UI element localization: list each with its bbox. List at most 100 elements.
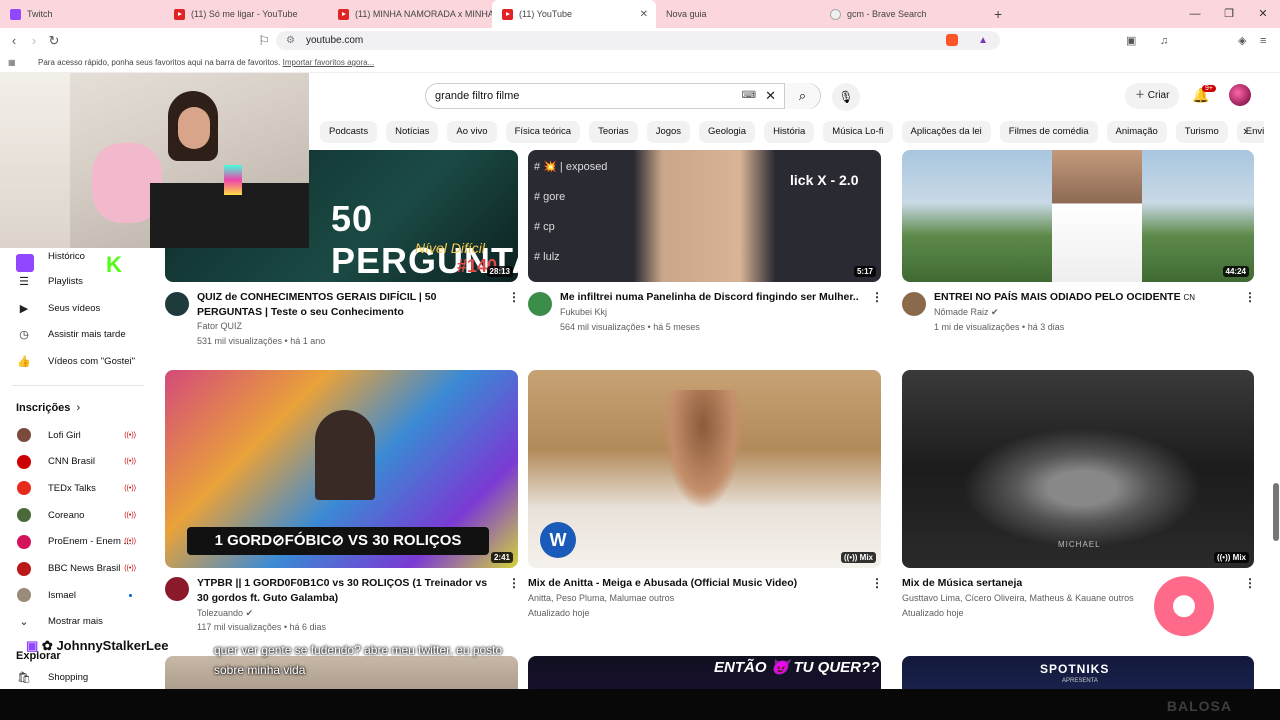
subscriptions-heading[interactable]: Inscrições › [0, 394, 160, 422]
sidebar-item-playlists[interactable]: ☰ Playlists [0, 268, 160, 295]
new-content-dot [129, 593, 132, 597]
new-tab-button[interactable]: + [984, 0, 1014, 28]
chip[interactable]: Animação [1106, 121, 1167, 143]
chevron-right-icon[interactable]: › [1243, 123, 1247, 138]
sidebar-item-your-videos[interactable]: ▶ Seus vídeos [0, 295, 160, 322]
brave-rewards-icon[interactable]: ▲ [978, 31, 988, 50]
chip[interactable]: Ao vivo [447, 121, 497, 143]
chip[interactable]: Aplicações da lei [901, 121, 991, 143]
page-scrollbar[interactable] [1273, 483, 1279, 541]
video-thumbnail[interactable]: MICHAEL ((•)) Mix [902, 370, 1254, 568]
close-tab-icon[interactable]: ✕ [640, 9, 648, 20]
reload-icon[interactable]: ↻ [44, 33, 64, 49]
channel-name[interactable]: Tolezuando ✔ [197, 606, 253, 621]
subscription-label: Ismael [48, 589, 76, 601]
chip[interactable]: Música Lo-fi [823, 121, 893, 143]
tab-minha-namorada[interactable]: (11) MINHA NAMORADA x MINHA AMIGA [328, 0, 492, 28]
channel-name[interactable]: Fator QUIZ [197, 319, 242, 334]
more-options-icon[interactable]: ⋮ [1244, 290, 1256, 304]
menu-icon[interactable]: ≡ [1260, 35, 1266, 47]
tab-brave-search[interactable]: gcm - Brave Search [820, 0, 984, 28]
channel-name[interactable]: Anitta, Peso Pluma, Malumae outros [528, 591, 674, 606]
chip[interactable]: História [764, 121, 815, 143]
sidebar-item-liked-videos[interactable]: 👍 Vídeos com "Gostei" [0, 348, 160, 375]
channel-name[interactable]: Fukubei Kkj [560, 305, 607, 320]
more-options-icon[interactable]: ⋮ [871, 576, 883, 590]
restore-icon[interactable]: ❐ [1212, 0, 1246, 28]
channel-avatar[interactable] [902, 292, 926, 316]
sidebar-item-shopping[interactable]: 🛍 Shopping [0, 667, 160, 687]
video-thumbnail[interactable]: 1 GORD⊘FÓBIC⊘ VS 30 ROLIÇOS 2:41 [165, 370, 518, 568]
more-options-icon[interactable]: ⋮ [871, 290, 883, 304]
chip[interactable]: Podcasts [320, 121, 378, 143]
more-options-icon[interactable]: ⋮ [1244, 576, 1256, 590]
music-icon[interactable]: ♫ [1160, 35, 1168, 47]
chip[interactable]: Enviados [1236, 121, 1264, 143]
minimize-icon[interactable]: — [1178, 0, 1212, 28]
voice-search-button[interactable]: 🎙 [832, 83, 860, 111]
video-thumbnail[interactable]: # 💥 | exposed # gore # cp # lulz lick X … [528, 150, 881, 282]
channel-avatar[interactable] [528, 292, 552, 316]
subscription-item[interactable]: TEDx Talks ((•)) [0, 475, 160, 502]
subscription-item[interactable]: ProEnem - Enem ... ((•)) [0, 529, 160, 556]
channel-avatar[interactable] [165, 292, 189, 316]
subscription-item[interactable]: BBC News Brasil ((•)) [0, 555, 160, 582]
subscription-label: Coreano [48, 509, 85, 521]
chip[interactable]: Filmes de comédia [999, 121, 1098, 143]
channel-name[interactable]: Gusttavo Lima, Cícero Oliveira, Matheus … [902, 591, 1134, 606]
chip[interactable]: Turismo [1175, 121, 1228, 143]
sidebar-item-label: Seus vídeos [48, 302, 101, 314]
video-thumbnail[interactable]: W ((•)) Mix [528, 370, 881, 568]
url-field[interactable]: ⚙ youtube.com ▲ [276, 31, 1000, 50]
sidebar-toggle-icon[interactable]: ▣ [1126, 34, 1136, 47]
subscription-item[interactable]: Ismael [0, 582, 160, 609]
create-button[interactable]: ＋ Criar [1125, 83, 1180, 109]
channel-name[interactable]: Nômade Raiz ✔ [934, 305, 999, 320]
back-icon[interactable]: ‹ [4, 33, 24, 48]
subscription-item[interactable]: CNN Brasil ((•)) [0, 448, 160, 475]
clear-search-icon[interactable]: ✕ [765, 84, 776, 108]
video-stats: 564 mil visualizações • há 5 meses [560, 322, 700, 332]
apps-grid-icon[interactable]: ▦ [8, 53, 16, 73]
site-info-icon[interactable]: ⚙ [286, 31, 295, 50]
sidebar-item-watch-later[interactable]: ◷ Assistir mais tarde [0, 321, 160, 348]
sidebar-item-label: Playlists [48, 275, 83, 287]
video-thumbnail[interactable]: 44:24 [902, 150, 1254, 282]
subscription-label: Lofi Girl [48, 429, 81, 441]
video-title[interactable]: Me infiltrei numa Panelinha de Discord f… [560, 290, 860, 305]
vpn-icon[interactable]: ◈ [1238, 34, 1246, 47]
tab-so-me-ligar[interactable]: (11) Só me ligar - YouTube [164, 0, 328, 28]
show-more-button[interactable]: ⌄ Mostrar mais [0, 609, 160, 636]
video-thumbnail[interactable]: ENTÃO 😈 TU QUER?? [528, 656, 881, 689]
chip[interactable]: Geologia [699, 121, 756, 143]
video-stats: 1 mi de visualizações • há 3 dias [934, 322, 1065, 332]
chip[interactable]: Notícias [386, 121, 439, 143]
youtube-icon [174, 8, 185, 20]
chip[interactable]: Teorias [589, 121, 638, 143]
channel-avatar[interactable] [165, 577, 189, 601]
more-options-icon[interactable]: ⋮ [508, 576, 520, 590]
search-input[interactable]: grande filtro filme ⌨ ✕ [425, 83, 821, 109]
tab-twitch[interactable]: Twitch [0, 0, 164, 28]
subscription-item[interactable]: Coreano ((•)) [0, 502, 160, 529]
forward-icon[interactable]: › [24, 33, 44, 48]
verified-icon: ✔ [991, 307, 999, 317]
subscription-item[interactable]: Lofi Girl ((•)) [0, 422, 160, 449]
tab-nova-guia[interactable]: Nova guia [656, 0, 820, 28]
search-button[interactable]: ⌕ [784, 83, 820, 109]
video-thumbnail[interactable]: SPOTNIKS APRESENTA [902, 656, 1254, 689]
video-title[interactable]: YTPBR || 1 GORD0F0B1C0 vs 30 ROLIÇOS (1 … [197, 576, 497, 606]
chip[interactable]: Física teórica [505, 121, 581, 143]
close-window-icon[interactable]: ✕ [1246, 0, 1280, 28]
more-options-icon[interactable]: ⋮ [508, 290, 520, 304]
tab-youtube[interactable]: (11) YouTube ✕ [492, 0, 656, 28]
brave-shields-icon[interactable] [946, 34, 958, 46]
account-avatar[interactable] [1229, 84, 1251, 106]
video-title[interactable]: QUIZ de CONHECIMENTOS GERAIS DIFÍCIL | 5… [197, 290, 497, 320]
video-title[interactable]: ENTREI NO PAÍS MAIS ODIADO PELO OCIDENTE… [934, 290, 1234, 305]
keyboard-icon[interactable]: ⌨ [742, 84, 756, 108]
bookmark-icon[interactable]: ⚐ [254, 33, 274, 49]
video-title[interactable]: Mix de Anitta - Meiga e Abusada (Officia… [528, 576, 858, 591]
import-bookmarks-link[interactable]: Importar favoritos agora... [283, 58, 375, 67]
chip[interactable]: Jogos [646, 121, 691, 143]
